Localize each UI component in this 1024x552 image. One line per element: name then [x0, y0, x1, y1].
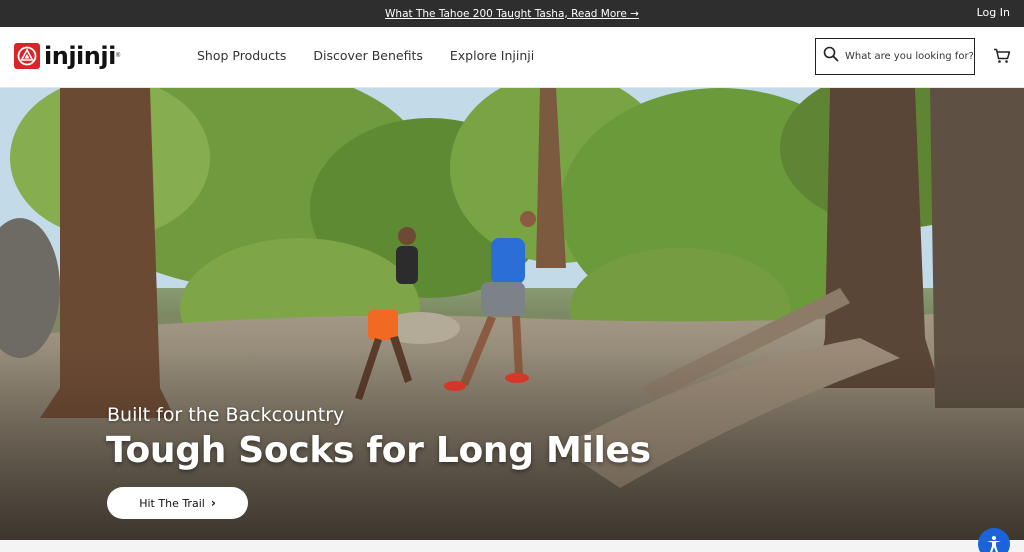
announcement-link[interactable]: What The Tahoe 200 Taught Tasha, Read Mo… — [385, 8, 639, 20]
logo-text: injinji — [44, 42, 116, 70]
hero-title: Tough Socks for Long Miles — [106, 430, 651, 471]
nav-item-explore-injinji[interactable]: Explore Injinji — [450, 48, 534, 63]
cart-icon[interactable] — [993, 48, 1011, 69]
hit-the-trail-button[interactable]: Hit The Trail › — [107, 487, 248, 519]
hero-cta-label: Hit The Trail — [139, 496, 205, 510]
hero-subtitle: Built for the Backcountry — [107, 404, 345, 426]
nav-item-discover-benefits[interactable]: Discover Benefits — [313, 48, 423, 63]
section-divider — [0, 540, 1024, 552]
announcement-bar: What The Tahoe 200 Taught Tasha, Read Mo… — [0, 0, 1024, 27]
search-box[interactable] — [815, 38, 975, 75]
login-link[interactable]: Log In — [977, 6, 1010, 19]
main-nav: Shop Products Discover Benefits Explore … — [197, 48, 534, 63]
chevron-right-icon: › — [210, 496, 216, 510]
accessibility-icon[interactable] — [978, 528, 1010, 552]
logo[interactable]: injinji ® — [14, 42, 120, 70]
hero-image — [0, 88, 1024, 540]
nav-item-shop-products[interactable]: Shop Products — [197, 48, 286, 63]
site-header: injinji ® Shop Products Discover Benefit… — [0, 27, 1024, 88]
hero-banner: Built for the Backcountry Tough Socks fo… — [0, 88, 1024, 540]
search-icon[interactable] — [823, 46, 839, 67]
logo-trademark: ® — [115, 53, 121, 59]
search-input[interactable] — [845, 51, 973, 62]
logo-mark-icon — [14, 43, 40, 69]
